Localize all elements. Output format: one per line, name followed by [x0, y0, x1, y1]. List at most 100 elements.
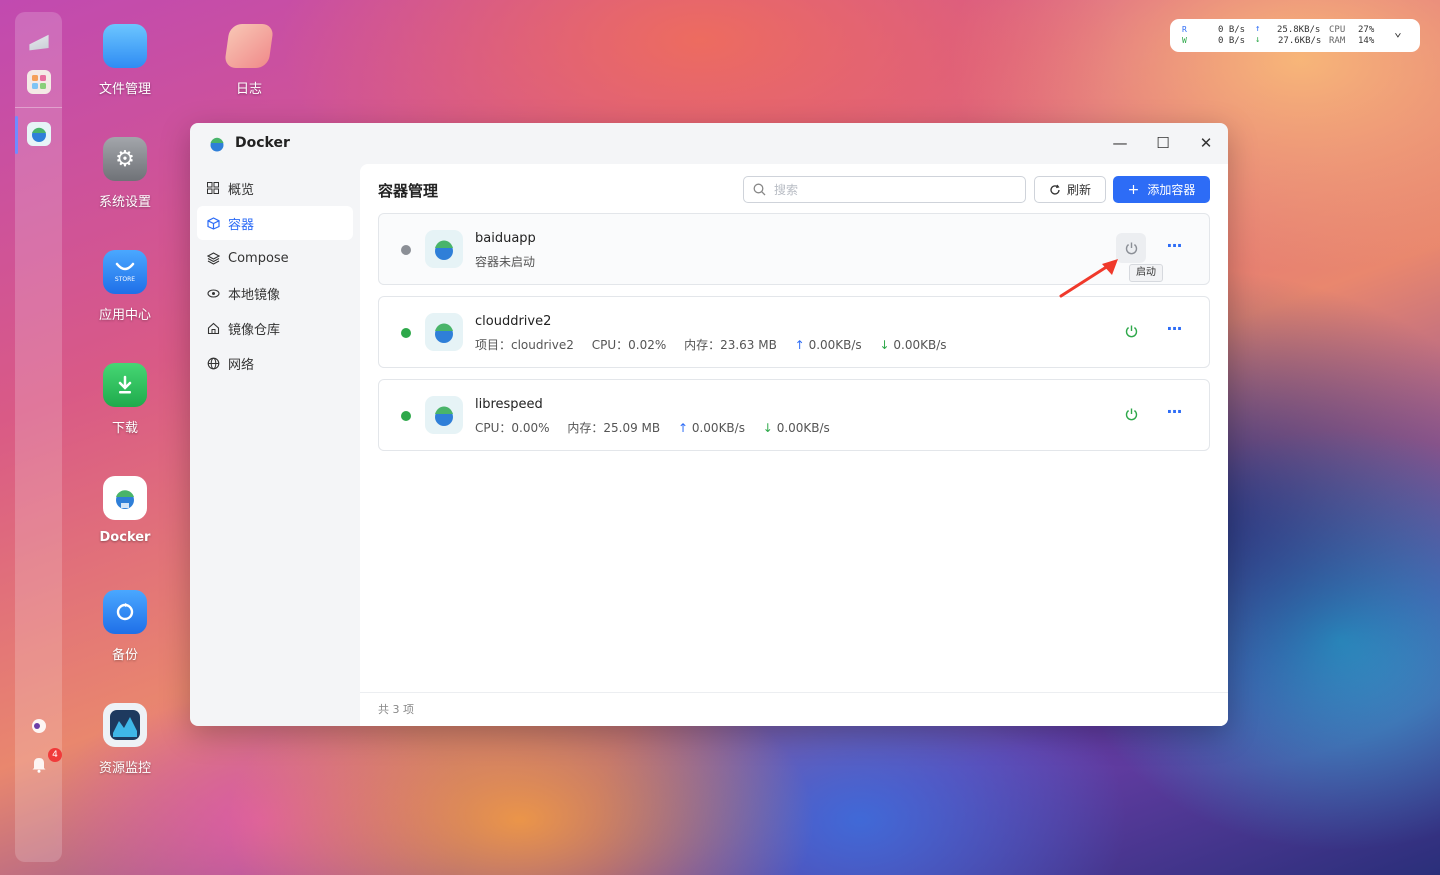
search-input[interactable]: 搜索 [743, 176, 1026, 203]
desktop-icon-files[interactable]: 文件管理 [80, 24, 170, 97]
read-speed: 0 B/s [1218, 25, 1246, 35]
sidebar-nav: 概览 容器 Compose 本地镜像 镜像仓库 网络 [197, 171, 353, 381]
home-icon [206, 321, 220, 335]
search-placeholder: 搜索 [774, 183, 799, 197]
desktop-icon-label: 应用中心 [98, 308, 151, 323]
upload-speed: 25.8KB/s [1277, 25, 1321, 35]
container-name: clouddrive2 [475, 314, 552, 329]
container-cpu: CPU：0.00% [475, 421, 550, 435]
desktop-icon-label: 日志 [235, 82, 262, 97]
sidebar-item-label: 容器 [228, 217, 255, 233]
write-label: W [1182, 36, 1187, 45]
refresh-label: 刷新 [1066, 183, 1091, 197]
desktop-icon-download[interactable]: 下载 [80, 363, 170, 436]
cpu-value: 27% [1358, 25, 1375, 35]
more-options-button[interactable]: ··· [1164, 402, 1184, 426]
dock-desktop-icon[interactable] [29, 34, 49, 51]
monitor-icon [103, 703, 147, 747]
sidebar-item-label: 镜像仓库 [228, 322, 281, 338]
dock-theme-icon[interactable] [27, 714, 51, 738]
upload-arrow-icon: ↑ [794, 338, 805, 352]
container-docker-icon [425, 230, 463, 268]
folder-icon [103, 24, 147, 68]
sidebar-item-label: 网络 [228, 357, 255, 373]
window-titlebar[interactable]: Docker — ☐ ✕ [190, 123, 1228, 163]
store-text: STORE [114, 275, 136, 283]
close-button[interactable]: ✕ [1196, 133, 1216, 153]
container-stats: 项目：cloudrive2 CPU：0.02% 内存：23.63 MB ↑ 0.… [475, 336, 947, 353]
dock-active-indicator [15, 116, 18, 154]
sidebar-item-label: 概览 [228, 182, 255, 198]
more-options-button[interactable]: ··· [1164, 236, 1184, 260]
desktop-icon-label: 资源监控 [98, 761, 151, 776]
layers-icon [206, 251, 220, 265]
write-speed: 0 B/s [1218, 36, 1246, 46]
image-icon [206, 286, 220, 300]
start-tooltip: 启动 [1129, 264, 1163, 282]
desktop-icon-appcenter[interactable]: STORE 应用中心 [80, 250, 170, 323]
sidebar-item-compose[interactable]: Compose [197, 241, 353, 275]
desktop-icon-docker[interactable]: Docker [80, 476, 170, 545]
desktop-icon-resource-monitor[interactable]: 资源监控 [80, 703, 170, 776]
power-icon [1125, 325, 1137, 337]
desktop-icon-label: 文件管理 [98, 82, 151, 97]
container-cpu: CPU：0.02% [591, 338, 667, 352]
maximize-button[interactable]: ☐ [1153, 133, 1173, 153]
sidebar-item-registry[interactable]: 镜像仓库 [197, 311, 353, 345]
globe-icon [206, 356, 220, 370]
item-count: 共 3 项 [360, 692, 1228, 726]
search-icon [753, 183, 766, 196]
dock: 4 [15, 12, 62, 862]
download-icon [103, 363, 147, 407]
power-icon [1125, 242, 1137, 254]
grid-icon [206, 181, 220, 195]
dock-separator [15, 107, 62, 108]
annotation-arrow-icon [1059, 259, 1118, 298]
docker-window: Docker — ☐ ✕ 概览 容器 Compose 本地镜像 镜像仓库 网络 [190, 123, 1228, 726]
window-title: Docker [235, 135, 290, 151]
system-monitor-widget[interactable]: R W 0 B/s 0 B/s ↑ ↓ 25.8KB/s 27.6KB/s CP… [1170, 19, 1420, 52]
cpu-label: CPU [1329, 25, 1346, 35]
sidebar-item-containers[interactable]: 容器 [197, 206, 353, 240]
download-arrow-icon: ↓ [762, 421, 773, 435]
desktop-icon-logs[interactable]: 日志 [204, 24, 294, 97]
container-memory: 内存：25.09 MB [567, 421, 661, 435]
minimize-button[interactable]: — [1110, 133, 1130, 153]
desktop-icon-label: Docker [99, 530, 151, 545]
desktop-icon-backup[interactable]: 备份 [80, 590, 170, 663]
dock-docker-icon[interactable] [27, 122, 51, 146]
container-row-clouddrive2[interactable]: clouddrive2 项目：cloudrive2 CPU：0.02% 内存：2… [378, 296, 1210, 368]
container-row-librespeed[interactable]: librespeed CPU：0.00% 内存：25.09 MB ↑ 0.00K… [378, 379, 1210, 451]
add-container-label: 添加容器 [1147, 183, 1196, 197]
download-arrow-icon: ↓ [1255, 35, 1261, 45]
container-status-text: 容器未启动 [475, 255, 536, 269]
sidebar-item-overview[interactable]: 概览 [197, 171, 353, 205]
sidebar-item-local-images[interactable]: 本地镜像 [197, 276, 353, 310]
refresh-icon [1050, 184, 1060, 195]
sidebar-item-network[interactable]: 网络 [197, 346, 353, 380]
chevron-down-icon[interactable]: ⌄ [1394, 25, 1402, 40]
ram-value: 14% [1358, 36, 1375, 46]
docker-logo-icon [210, 137, 224, 152]
store-icon: STORE [103, 250, 147, 294]
more-options-button[interactable]: ··· [1164, 319, 1184, 343]
desktop-icon-settings[interactable]: ⚙ 系统设置 [80, 137, 170, 210]
read-label: R [1182, 25, 1187, 34]
log-icon [223, 24, 275, 68]
main-content: 容器管理 搜索 刷新 + 添加容器 baiduapp 容器未启动 ··· 启动 [360, 164, 1228, 726]
stop-button[interactable] [1116, 399, 1146, 429]
container-docker-icon [425, 313, 463, 351]
container-project: 项目：cloudrive2 [475, 338, 574, 352]
container-memory: 内存：23.63 MB [684, 338, 777, 352]
desktop-icon-label: 备份 [111, 648, 138, 663]
download-arrow-icon: ↓ [879, 338, 890, 352]
desktop-icon-label: 系统设置 [98, 195, 151, 210]
dock-apps-icon[interactable] [27, 70, 51, 94]
power-icon [1125, 408, 1137, 420]
stop-button[interactable] [1116, 316, 1146, 346]
status-dot-running [401, 411, 411, 421]
page-title: 容器管理 [378, 182, 439, 200]
add-container-button[interactable]: + 添加容器 [1113, 176, 1210, 203]
refresh-button[interactable]: 刷新 [1034, 176, 1106, 203]
box-icon [206, 216, 220, 230]
